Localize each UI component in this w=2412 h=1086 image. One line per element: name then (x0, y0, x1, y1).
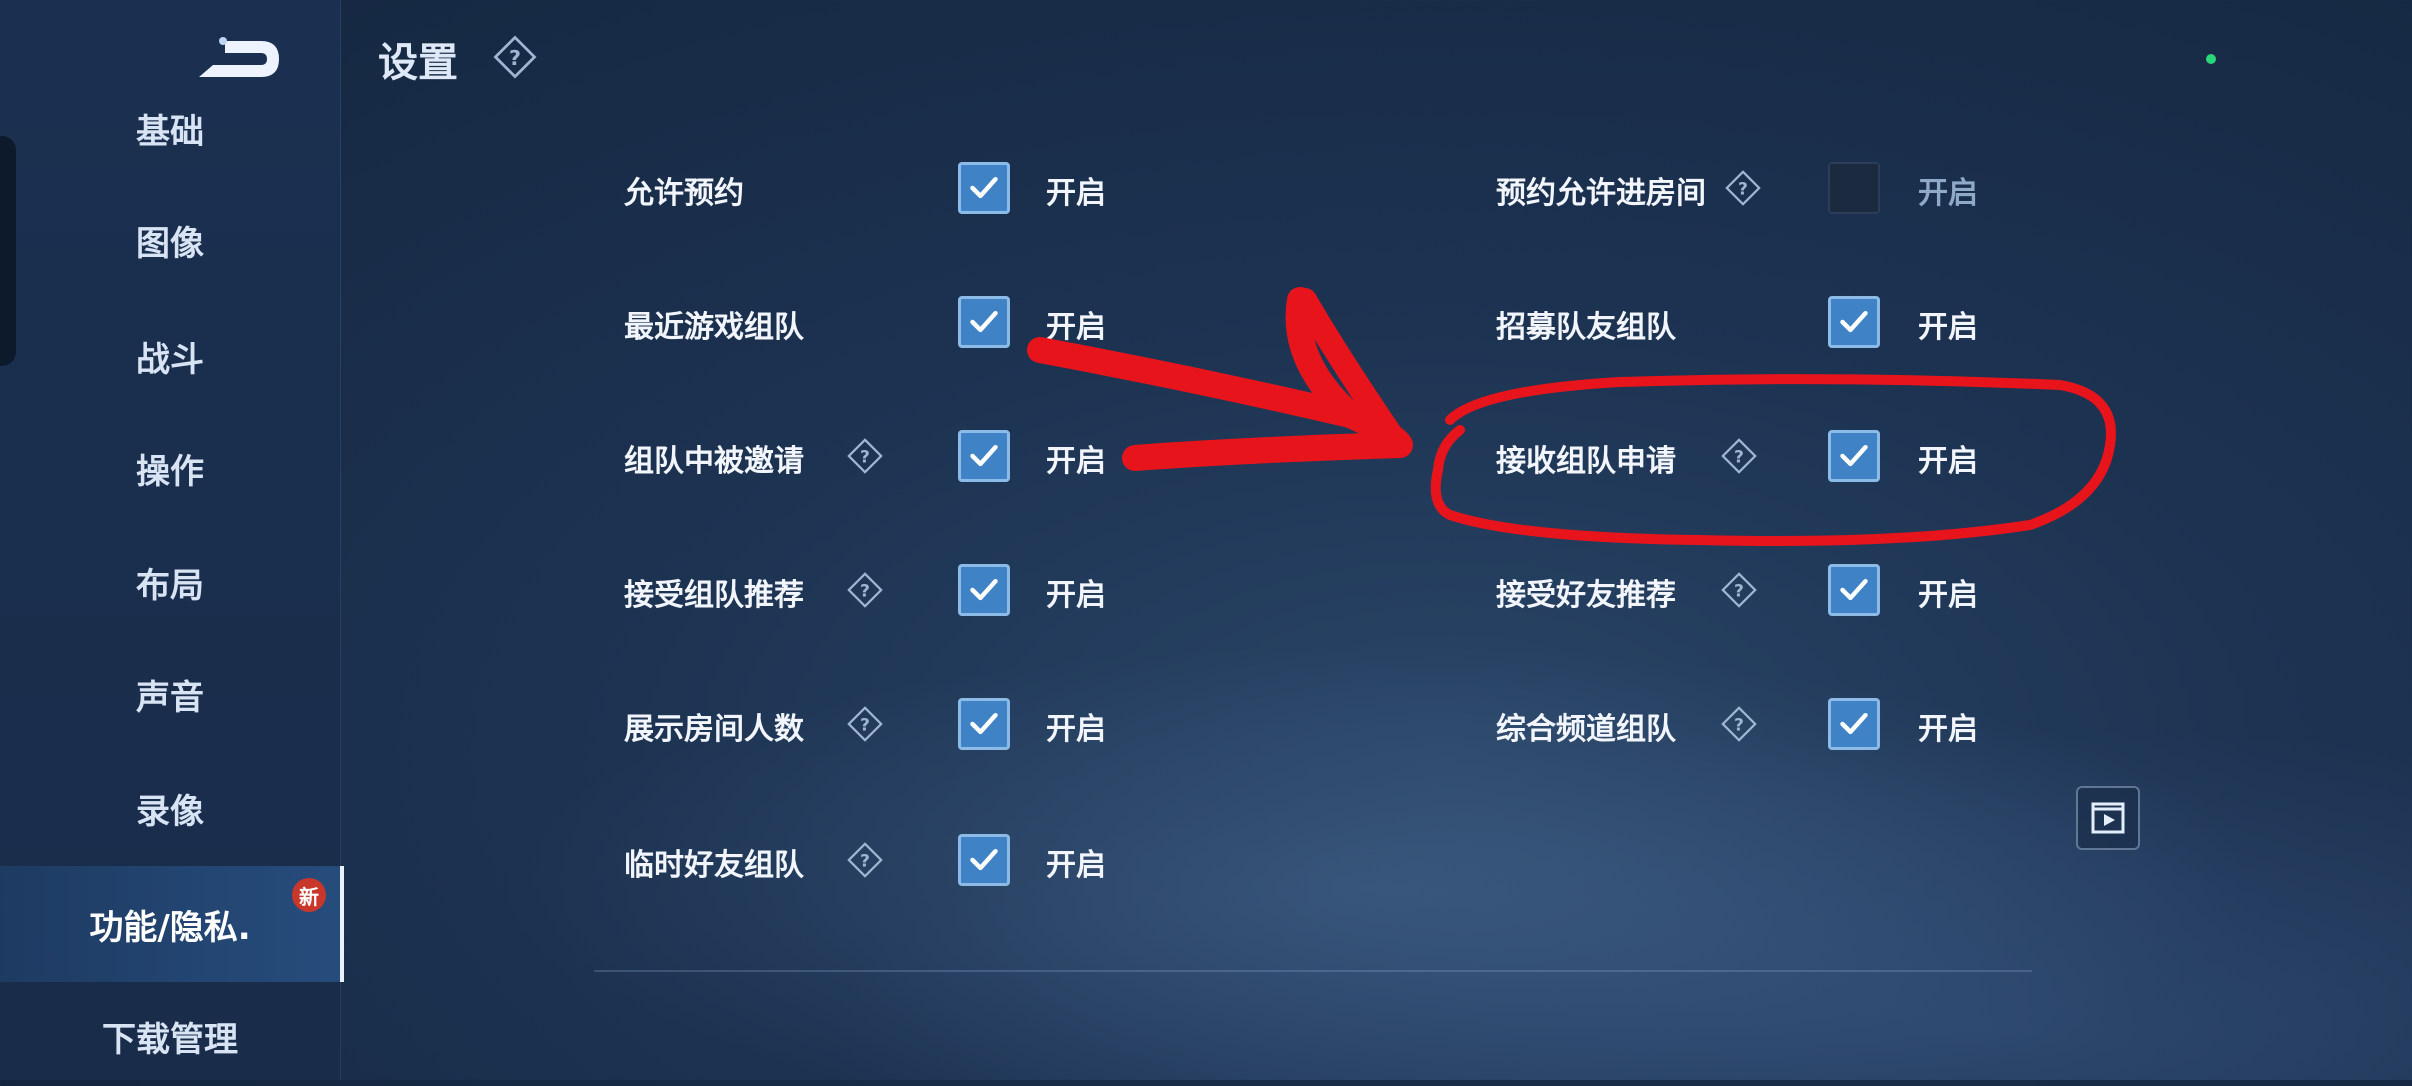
sidebar: 基础图像战斗操作布局声音录像功能/隐私. 新下载管理 (0, 0, 344, 1080)
sidebar-item-label: 布局 (136, 565, 204, 606)
sidebar-item[interactable]: 功能/隐私. 新 (0, 866, 344, 982)
sidebar-item-label: 基础 (136, 111, 204, 152)
svg-text:?: ? (1734, 582, 1744, 602)
annotation-overlay (1027, 287, 2116, 546)
checkmark-icon (970, 578, 998, 601)
svg-text:?: ? (509, 46, 521, 70)
sidebar-item-label: 下载管理 (102, 1019, 238, 1060)
question-diamond-icon[interactable]: ? (1724, 169, 1762, 207)
setting-checkbox[interactable] (958, 430, 1010, 482)
video-replay-icon (2091, 802, 2125, 834)
question-diamond-icon[interactable]: ? (492, 34, 538, 80)
setting-state-label: 开启 (1918, 444, 1978, 479)
setting-label: 最近游戏组队 (624, 310, 804, 345)
question-diamond-icon[interactable]: ? (846, 571, 884, 609)
setting-label: 招募队友组队 (1496, 310, 1676, 345)
setting-label: 预约允许进房间 (1496, 176, 1706, 211)
checkmark-icon (1840, 578, 1868, 601)
question-diamond-icon[interactable]: ? (1720, 437, 1758, 475)
setting-label: 允许预约 (624, 176, 744, 211)
setting-label: 组队中被邀请 (624, 444, 804, 479)
setting-checkbox[interactable] (1828, 430, 1880, 482)
sidebar-item[interactable]: 操作 (0, 418, 340, 518)
divider (594, 970, 2032, 972)
setting-label: 综合频道组队 (1496, 712, 1676, 747)
setting-label: 临时好友组队 (624, 848, 804, 883)
replay-button[interactable] (2076, 786, 2140, 850)
sidebar-item[interactable]: 下载管理 (0, 986, 340, 1086)
setting-state-label: 开启 (1046, 310, 1106, 345)
sidebar-item-label: 图像 (136, 223, 204, 264)
setting-checkbox[interactable] (958, 698, 1010, 750)
setting-checkbox[interactable] (958, 564, 1010, 616)
question-diamond-icon[interactable]: ? (1720, 705, 1758, 743)
sidebar-item[interactable]: 基础 (0, 78, 340, 178)
page-title: 设置 (378, 40, 458, 86)
setting-state-label: 开启 (1918, 578, 1978, 613)
setting-label: 接受好友推荐 (1496, 578, 1676, 613)
setting-checkbox[interactable] (958, 162, 1010, 214)
setting-state-label: 开启 (1046, 578, 1106, 613)
checkmark-icon (970, 712, 998, 735)
setting-state-label: 开启 (1918, 310, 1978, 345)
setting-checkbox[interactable] (1828, 564, 1880, 616)
setting-checkbox[interactable] (958, 834, 1010, 886)
sidebar-item-label: 录像 (136, 791, 204, 832)
setting-checkbox[interactable] (1828, 296, 1880, 348)
svg-text:?: ? (1734, 716, 1744, 736)
setting-state-label: 开启 (1046, 712, 1106, 747)
sidebar-item-label: 声音 (136, 677, 204, 718)
setting-state-label: 开启 (1046, 444, 1106, 479)
checkmark-icon (970, 176, 998, 199)
sidebar-item[interactable]: 布局 (0, 532, 340, 632)
setting-checkbox[interactable] (958, 296, 1010, 348)
new-badge: 新 (292, 878, 326, 912)
checkmark-icon (970, 444, 998, 467)
checkmark-icon (1840, 444, 1868, 467)
setting-checkbox[interactable] (1828, 162, 1880, 214)
question-diamond-icon[interactable]: ? (846, 841, 884, 879)
question-diamond-icon[interactable]: ? (846, 437, 884, 475)
checkmark-icon (1840, 310, 1868, 333)
annotation-arrow-head (1293, 288, 1410, 457)
svg-text:?: ? (860, 716, 870, 736)
setting-label: 展示房间人数 (624, 712, 804, 747)
setting-state-label: 开启 (1918, 712, 1978, 747)
question-diamond-icon[interactable]: ? (846, 705, 884, 743)
status-dot (2206, 54, 2216, 64)
setting-label: 接收组队申请 (1496, 444, 1676, 479)
setting-label: 接受组队推荐 (624, 578, 804, 613)
svg-text:?: ? (860, 852, 870, 872)
checkmark-icon (970, 848, 998, 871)
svg-text:?: ? (1738, 180, 1748, 200)
sidebar-item[interactable]: 图像 (0, 190, 340, 290)
svg-text:?: ? (860, 582, 870, 602)
svg-text:?: ? (860, 448, 870, 468)
setting-state-label: 开启 (1046, 176, 1106, 211)
svg-text:?: ? (1734, 448, 1744, 468)
setting-checkbox[interactable] (1828, 698, 1880, 750)
sidebar-item[interactable]: 声音 (0, 644, 340, 744)
setting-state-label: 开启 (1918, 176, 1978, 211)
sidebar-item[interactable]: 录像 (0, 758, 340, 858)
sidebar-item[interactable]: 战斗 (0, 306, 340, 406)
checkmark-icon (1840, 712, 1868, 735)
sidebar-item-label: 功能/隐私. (89, 907, 251, 948)
sidebar-item-label: 战斗 (136, 339, 204, 380)
question-diamond-icon[interactable]: ? (1720, 571, 1758, 609)
checkmark-icon (970, 310, 998, 333)
sidebar-item-label: 操作 (136, 451, 204, 492)
setting-state-label: 开启 (1046, 848, 1106, 883)
